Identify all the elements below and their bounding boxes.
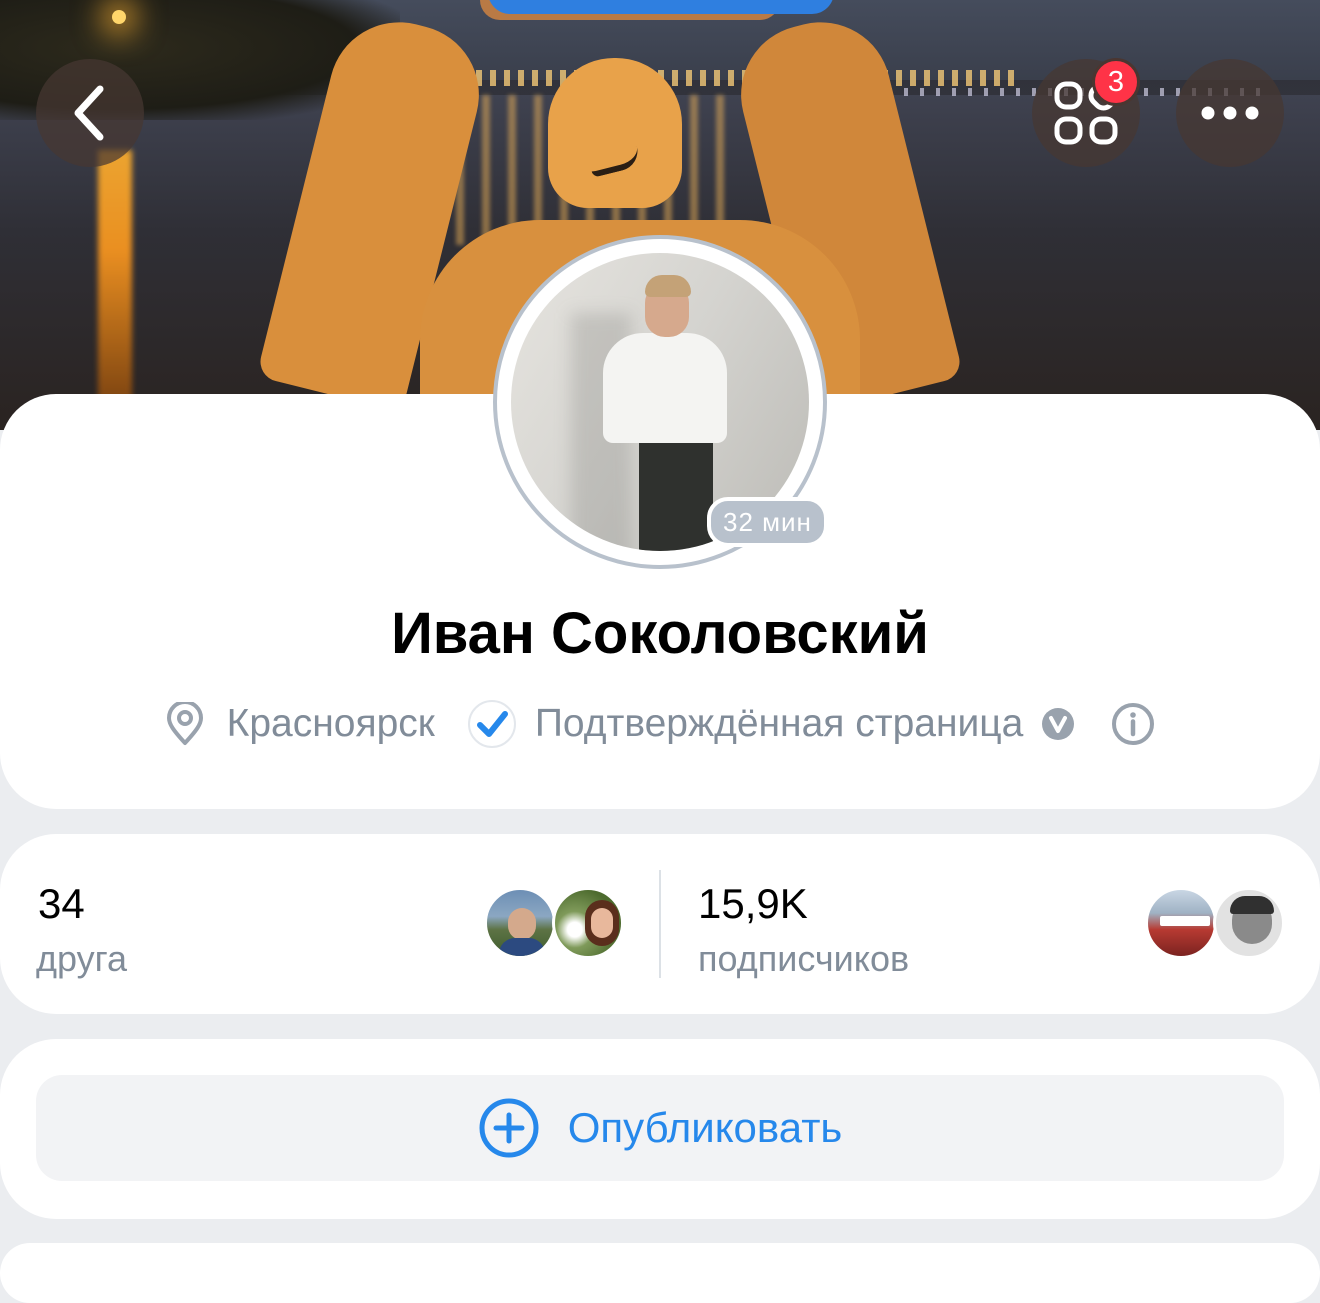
cover-person-cap (548, 58, 682, 208)
profile-name: Иван Соколовский (391, 601, 929, 666)
city-label: Красноярск (226, 702, 435, 745)
follower-avatar-plate (1160, 916, 1210, 926)
next-card (0, 1243, 1320, 1303)
chevron-left-icon (74, 85, 104, 141)
cover-lamp-reflection (98, 150, 132, 400)
profile-meta-row: Красноярск Подтверждённая страница (0, 694, 1320, 754)
cover-city-lights (420, 70, 1020, 86)
avatar-photo-pants (639, 433, 713, 551)
friends-block[interactable]: 34 друга (0, 834, 659, 1014)
avatar-photo-shirt (603, 333, 727, 443)
cover-top-pill (488, 0, 834, 14)
friend-avatar-face (591, 908, 613, 938)
notification-badge: 3 (1092, 58, 1140, 106)
verified-item[interactable]: Подтверждённая страница (467, 699, 1076, 749)
verified-check-icon (467, 700, 516, 748)
followers-block[interactable]: 15,9K подписчиков (661, 834, 1320, 1014)
friends-count: 34 (38, 880, 85, 927)
more-button[interactable] (1176, 59, 1284, 167)
follower-avatar (1145, 887, 1217, 959)
friends-label: друга (36, 938, 127, 979)
v-badge-icon (1042, 708, 1075, 740)
plus-circle-icon (479, 1098, 539, 1158)
info-icon[interactable] (1111, 702, 1155, 746)
verified-label: Подтверждённая страница (534, 702, 1024, 745)
publish-label: Опубликовать (567, 1104, 843, 1151)
friend-avatar (484, 887, 556, 959)
cover-street-lamp (112, 10, 126, 24)
more-horizontal-icon (1201, 106, 1259, 120)
back-button[interactable] (36, 59, 144, 167)
publish-button[interactable]: Опубликовать (36, 1075, 1284, 1181)
follower-avatar (1213, 887, 1285, 959)
location-pin-icon (166, 702, 203, 745)
city-item[interactable]: Красноярск (165, 702, 435, 746)
follower-avatar-hair (1230, 896, 1274, 914)
followers-label: подписчиков (698, 938, 910, 979)
avatar-photo-hair (645, 275, 691, 297)
friend-avatar-face (508, 908, 536, 940)
friend-avatar (552, 887, 624, 959)
friend-avatar-shirt (499, 938, 545, 956)
last-seen-badge: 32 мин (707, 497, 828, 547)
followers-count: 15,9K (698, 880, 808, 927)
